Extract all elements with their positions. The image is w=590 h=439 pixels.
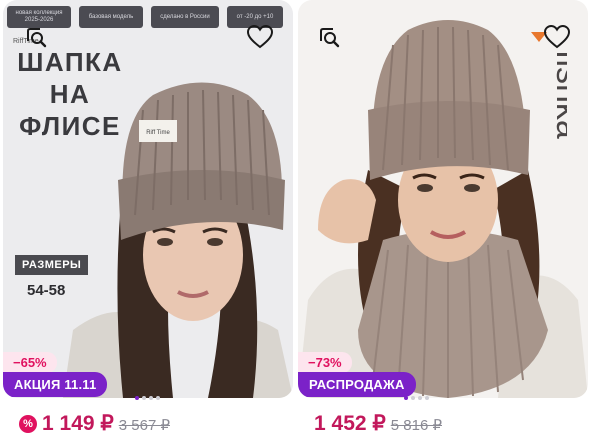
price-row: 1 452 ₽ 5 816 ₽	[314, 411, 442, 436]
old-price: 5 816 ₽	[390, 417, 442, 434]
heart-icon	[544, 25, 570, 49]
image-carousel-dots[interactable]	[135, 396, 160, 400]
image-carousel-dots[interactable]	[404, 396, 429, 400]
product-photo[interactable]: fishka −73% РАСПРОДАЖА	[298, 0, 588, 398]
carousel-dot[interactable]	[404, 396, 408, 400]
promo-title: ШАПКА НА ФЛИСЕ	[15, 46, 125, 142]
carousel-dot[interactable]	[411, 396, 415, 400]
similar-search-icon-glyph	[320, 28, 340, 48]
percent-icon: %	[19, 414, 37, 433]
similar-search-icon-glyph	[27, 28, 47, 48]
carousel-dot[interactable]	[156, 396, 160, 400]
discount-badge: −65%	[3, 352, 57, 373]
price-row: % 1 149 ₽ 3 567 ₽	[19, 411, 170, 436]
brand-logo-text: fishka	[549, 50, 567, 139]
similar-search-icon[interactable]	[314, 22, 344, 52]
promo-badge: РАСПРОДАЖА	[298, 372, 416, 397]
product-photo[interactable]: Riff Time новая коллекция 2025-2026 базо…	[3, 0, 293, 398]
discount-badge: −73%	[298, 352, 352, 373]
heart-icon	[247, 25, 273, 49]
promo-title-line: ФЛИСЕ	[19, 111, 121, 141]
fishka-logo: fishka	[531, 32, 587, 139]
promo-badge: АКЦИЯ 11.11	[3, 372, 108, 397]
carousel-dot[interactable]	[149, 396, 153, 400]
promo-title-line: НА	[49, 79, 91, 109]
brand-logo: fishka	[527, 30, 587, 200]
carousel-dot[interactable]	[135, 396, 139, 400]
current-price: 1 149 ₽	[42, 412, 114, 435]
product-grid: Riff Time новая коллекция 2025-2026 базо…	[0, 0, 590, 439]
carousel-dot[interactable]	[142, 396, 146, 400]
product-card[interactable]: Riff Time новая коллекция 2025-2026 базо…	[3, 0, 293, 439]
old-price: 3 567 ₽	[118, 417, 170, 434]
sizes-value: 54-58	[27, 282, 66, 299]
carousel-dot[interactable]	[418, 396, 422, 400]
current-price: 1 452 ₽	[314, 412, 386, 435]
banner-chip: базовая модель	[79, 6, 143, 28]
carousel-dot[interactable]	[425, 396, 429, 400]
similar-search-icon[interactable]	[21, 22, 51, 52]
banner-chip: сделано в России	[151, 6, 219, 28]
hat-label: Riff Time	[146, 130, 170, 136]
favorite-heart-icon[interactable]	[245, 22, 275, 52]
product-card[interactable]: fishka −73% РАСПРОДАЖА 1 452 ₽ 5 816 ₽	[298, 0, 588, 439]
sizes-label: РАЗМЕРЫ	[15, 255, 89, 275]
favorite-heart-icon[interactable]	[542, 22, 572, 52]
